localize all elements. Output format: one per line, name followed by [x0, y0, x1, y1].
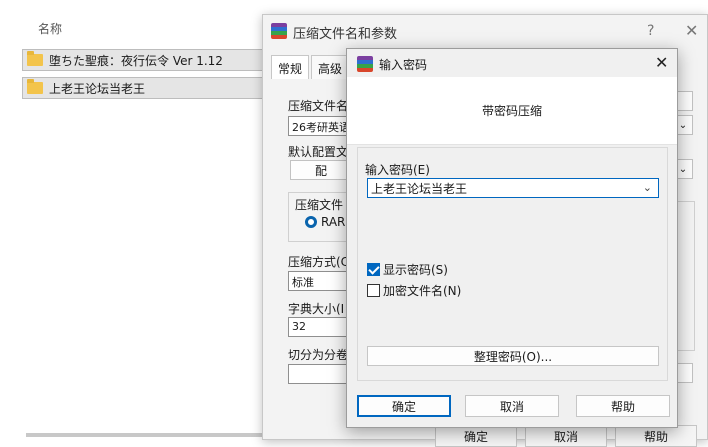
- help-button[interactable]: 帮助: [576, 395, 670, 417]
- dialog-title: 输入密码: [379, 58, 428, 72]
- checkbox-checked-icon: [367, 263, 380, 276]
- format-rar-radio[interactable]: RAR: [305, 215, 345, 229]
- winrar-icon: [271, 23, 287, 39]
- split-input[interactable]: [288, 364, 352, 384]
- cancel-button[interactable]: 取消: [465, 395, 559, 417]
- password-label: 输入密码(E): [365, 163, 430, 177]
- help-button[interactable]: 帮助: [615, 425, 697, 447]
- password-input[interactable]: 上老王论坛当老王 ⌄: [367, 178, 659, 198]
- winrar-icon: [357, 56, 373, 72]
- file-name: 上老王论坛当老王: [49, 81, 146, 96]
- organize-passwords-button[interactable]: 整理密码(O)...: [367, 346, 659, 366]
- list-item[interactable]: 上老王论坛当老王: [22, 77, 272, 99]
- encrypt-filenames-label: 加密文件名(N): [383, 284, 462, 298]
- folder-icon: [27, 79, 43, 94]
- checkbox-unchecked-icon: [367, 284, 380, 297]
- header-text: 带密码压缩: [481, 104, 542, 118]
- tab-advanced[interactable]: 高级: [311, 55, 350, 79]
- split-label: 切分为分卷: [288, 348, 349, 362]
- show-password-label: 显示密码(S): [383, 263, 448, 277]
- password-value: 上老王论坛当老王: [371, 181, 468, 196]
- ok-button[interactable]: 确定: [357, 395, 451, 417]
- horizontal-scrollbar[interactable]: [26, 433, 266, 437]
- method-label: 压缩方式(C: [288, 255, 350, 269]
- profile-label: 默认配置文: [288, 145, 349, 159]
- ok-button[interactable]: 确定: [435, 425, 517, 447]
- file-name: 堕ちた聖痕：夜行伝令 Ver 1.12: [49, 53, 223, 68]
- close-icon[interactable]: ✕: [655, 53, 668, 72]
- close-icon[interactable]: ✕: [685, 21, 698, 40]
- format-group-label: 压缩文件: [295, 198, 344, 212]
- format-rar-label: RAR: [321, 215, 346, 229]
- radio-selected-icon: [305, 216, 317, 228]
- tab-bar: 常规 高级: [271, 55, 351, 79]
- dictionary-label: 字典大小(I: [288, 302, 345, 316]
- method-select[interactable]: 标准: [288, 271, 352, 291]
- column-header-name[interactable]: 名称: [38, 20, 62, 37]
- tab-general[interactable]: 常规: [271, 55, 310, 79]
- dialog-title: 压缩文件名和参数: [293, 27, 398, 42]
- cancel-button[interactable]: 取消: [525, 425, 607, 447]
- options-groupbox: [675, 201, 695, 351]
- archive-name-label: 压缩文件名: [288, 99, 349, 113]
- list-item[interactable]: 堕ちた聖痕：夜行伝令 Ver 1.12: [22, 49, 272, 71]
- password-dialog: 输入密码 ✕ 带密码压缩 输入密码(E) 上老王论坛当老王 ⌄ 显示密码(S) …: [346, 48, 678, 428]
- chevron-down-icon[interactable]: ⌄: [643, 181, 652, 194]
- folder-icon: [27, 51, 43, 66]
- show-password-checkbox[interactable]: 显示密码(S): [367, 261, 448, 278]
- profile-button[interactable]: 配: [290, 160, 352, 180]
- help-icon[interactable]: ?: [647, 23, 654, 39]
- encrypt-filenames-checkbox[interactable]: 加密文件名(N): [367, 282, 461, 299]
- archive-name-input[interactable]: 26考研英语: [288, 116, 352, 136]
- dialog-header: 带密码压缩: [347, 77, 677, 145]
- dictionary-select[interactable]: 32: [288, 317, 352, 337]
